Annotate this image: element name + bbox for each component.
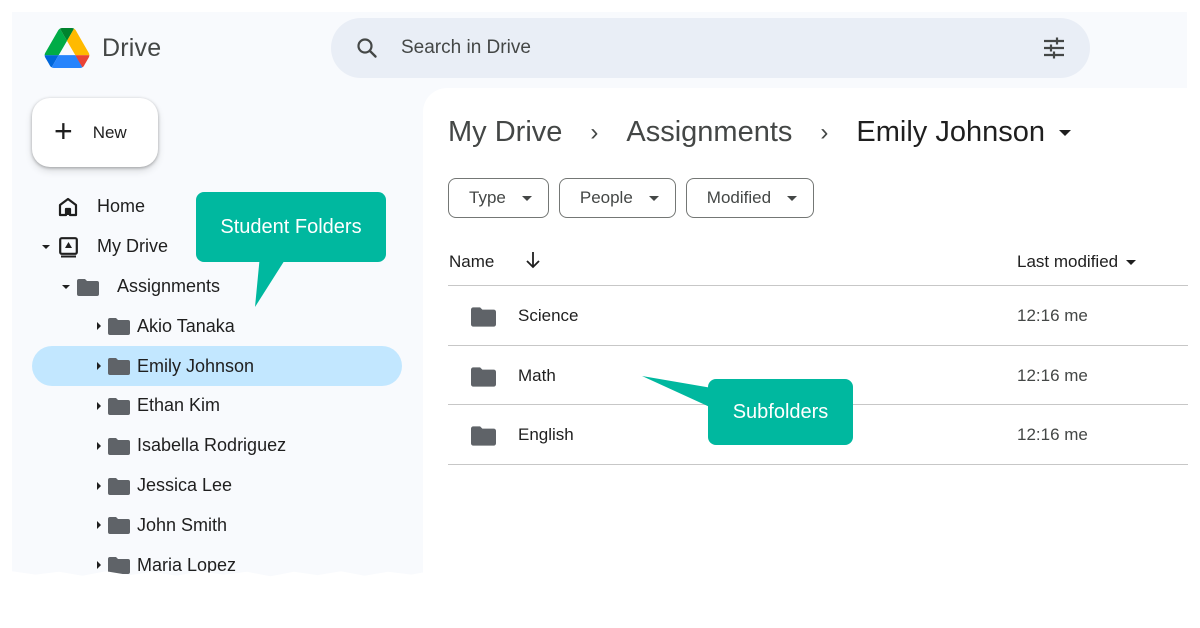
tune-icon[interactable] — [1042, 36, 1066, 60]
plus-icon: + — [54, 113, 73, 149]
callout-text: Student Folders — [220, 215, 362, 238]
file-name: Math — [518, 365, 556, 385]
sidebar-item-label: Jessica Lee — [137, 474, 233, 495]
sidebar-item-ethan-kim[interactable]: Ethan Kim — [32, 386, 402, 426]
expand-caret-icon[interactable] — [42, 244, 50, 249]
folder-icon — [108, 437, 130, 455]
sidebar-item-label: Ethan Kim — [137, 395, 221, 416]
collapse-caret-icon[interactable] — [97, 401, 101, 410]
my-drive-icon — [59, 236, 78, 258]
sidebar-item-john-smith[interactable]: John Smith — [32, 505, 402, 545]
folder-icon — [108, 477, 130, 495]
chevron-down-icon — [648, 195, 659, 201]
collapse-caret-icon[interactable] — [97, 561, 101, 570]
filter-modified-chip[interactable]: Modified — [685, 178, 815, 218]
collapse-caret-icon[interactable] — [97, 362, 101, 371]
app-name: Drive — [102, 33, 162, 62]
file-last-modified: 12:16 me — [1017, 306, 1088, 325]
folder-icon — [108, 397, 130, 415]
sidebar-item-label: Assignments — [117, 275, 221, 296]
collapse-caret-icon[interactable] — [97, 322, 101, 331]
sidebar-item-isabella-rodriguez[interactable]: Isabella Rodriguez — [32, 426, 402, 466]
sort-arrow-down-icon[interactable] — [524, 250, 542, 270]
breadcrumb-my-drive[interactable]: My Drive — [448, 116, 562, 149]
chip-label: People — [579, 188, 633, 207]
folder-icon — [471, 367, 496, 387]
home-icon — [58, 197, 78, 217]
column-header-label: Last modified — [1017, 252, 1119, 271]
collapse-caret-icon[interactable] — [97, 441, 101, 450]
file-last-modified: 12:16 me — [1017, 425, 1088, 445]
callout-subfolders: Subfolders — [708, 379, 853, 445]
sidebar-item-emily-johnson[interactable]: Emily Johnson — [32, 346, 402, 386]
callout-text: Subfolders — [732, 400, 829, 423]
callout-pointer-subfolders — [642, 376, 712, 408]
folder-icon — [77, 278, 99, 296]
file-last-modified: 12:16 me — [1017, 365, 1088, 385]
sidebar-item-assignments[interactable]: Assignments — [32, 267, 402, 307]
filter-type-chip[interactable]: Type — [448, 178, 549, 218]
file-row[interactable]: Science 12:16 me — [448, 286, 1188, 346]
folder-icon — [108, 517, 130, 535]
expand-caret-icon[interactable] — [62, 284, 70, 289]
folder-icon — [108, 557, 130, 575]
column-header-last-modified[interactable]: Last modified — [1017, 252, 1137, 272]
folder-icon — [471, 426, 496, 447]
folder-icon — [471, 307, 496, 327]
search-icon[interactable] — [355, 36, 379, 60]
file-list-header: Name Last modified — [448, 238, 1188, 286]
chip-label: Type — [469, 188, 506, 207]
callout-student-folders: Student Folders — [196, 192, 386, 262]
sidebar-item-label: Akio Tanaka — [137, 315, 235, 336]
breadcrumb-current-folder[interactable]: Emily Johnson — [856, 116, 1045, 149]
folder-icon — [108, 358, 130, 376]
filter-people-chip[interactable]: People — [558, 178, 676, 218]
breadcrumb: My Drive › Assignments › Emily Johnson — [448, 116, 1071, 149]
chevron-down-icon — [787, 195, 798, 201]
new-button[interactable]: + New — [32, 98, 158, 167]
folder-menu-caret-icon[interactable] — [1059, 129, 1071, 136]
main-content: My Drive › Assignments › Emily Johnson T… — [423, 88, 1200, 628]
sidebar-item-akio-tanaka[interactable]: Akio Tanaka — [32, 306, 402, 346]
new-button-label: New — [92, 122, 127, 142]
file-name: English — [518, 425, 574, 445]
folder-icon — [108, 318, 130, 336]
filter-chips: Type People Modified — [448, 178, 815, 218]
sidebar-item-maria-lopez[interactable]: Maria Lopez — [32, 545, 402, 578]
callout-pointer-student-folders — [255, 255, 288, 307]
sidebar-item-label: My Drive — [97, 236, 168, 257]
sidebar-item-jessica-lee[interactable]: Jessica Lee — [32, 466, 402, 506]
breadcrumb-separator-icon: › — [590, 118, 599, 146]
drive-logo[interactable]: Drive — [44, 28, 161, 68]
sidebar-item-label: Home — [97, 196, 146, 217]
file-name: Science — [518, 306, 579, 325]
search-input[interactable]: Search in Drive — [401, 37, 531, 59]
chevron-down-icon — [1126, 259, 1137, 265]
chevron-down-icon — [521, 195, 532, 201]
search-bar[interactable]: Search in Drive — [331, 18, 1090, 78]
column-header-name[interactable]: Name — [449, 252, 494, 272]
sidebar-item-label: John Smith — [137, 514, 228, 535]
sidebar-item-label: Emily Johnson — [137, 355, 255, 376]
sidebar-item-label: Maria Lopez — [137, 554, 237, 575]
collapse-caret-icon[interactable] — [97, 521, 101, 530]
sidebar-item-label: Isabella Rodriguez — [137, 435, 287, 456]
collapse-caret-icon[interactable] — [97, 481, 101, 490]
breadcrumb-assignments[interactable]: Assignments — [626, 116, 792, 149]
google-drive-logo-icon — [44, 28, 90, 68]
breadcrumb-separator-icon: › — [820, 118, 829, 146]
chip-label: Modified — [706, 188, 772, 207]
